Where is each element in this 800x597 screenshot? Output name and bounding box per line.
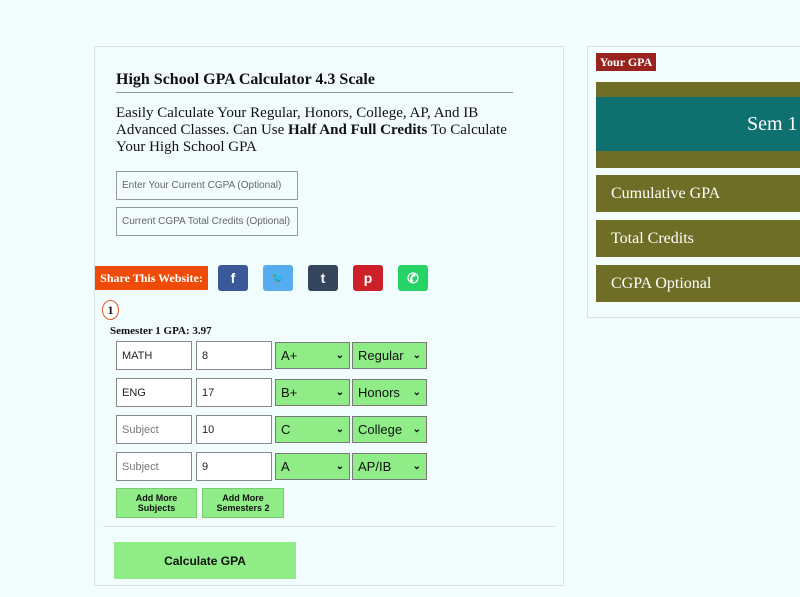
chevron-down-icon: ⌄ (412, 424, 421, 435)
type-value: AP/IB (358, 459, 392, 474)
cumulative-gpa-label: Cumulative GPA (596, 175, 800, 212)
add-subjects-button[interactable]: Add More Subjects (116, 488, 197, 518)
your-gpa-badge: Your GPA (596, 53, 656, 71)
type-value: College (358, 422, 403, 437)
description-bold: Half And Full Credits (288, 122, 428, 138)
pinterest-glyph: p (363, 270, 373, 286)
semester-badge: 1 (102, 300, 119, 320)
cgpa-credits-input[interactable] (116, 207, 298, 236)
tumblr-icon[interactable]: t (308, 265, 338, 291)
chevron-down-icon: ⌄ (412, 387, 421, 398)
subject-input[interactable] (116, 378, 192, 407)
type-select[interactable]: College ⌄ (352, 416, 427, 443)
credits-input[interactable] (196, 415, 272, 444)
type-value: Honors (358, 385, 400, 400)
whatsapp-icon[interactable]: ✆ (398, 265, 428, 291)
type-select[interactable]: Honors ⌄ (352, 379, 427, 406)
semester-gpa: Semester 1 GPA: 3.97 (110, 325, 212, 337)
chevron-down-icon: ⌄ (335, 461, 344, 472)
tumblr-glyph: t (320, 270, 326, 286)
grade-value: C (281, 422, 291, 437)
semester-result-box: Sem 1 (596, 82, 800, 168)
grade-value: A (281, 459, 290, 474)
type-value: Regular (358, 348, 404, 363)
chevron-down-icon: ⌄ (335, 350, 344, 361)
calculate-gpa-button[interactable]: Calculate GPA (114, 542, 296, 579)
add-subjects-label: Add More Subjects (135, 493, 178, 513)
facebook-glyph: f (230, 270, 236, 286)
type-select[interactable]: AP/IB ⌄ (352, 453, 427, 480)
chevron-down-icon: ⌄ (412, 461, 421, 472)
chevron-down-icon: ⌄ (335, 387, 344, 398)
calculator-title: High School GPA Calculator 4.3 Scale (116, 71, 513, 93)
subject-input[interactable] (116, 341, 192, 370)
calculator-description: Easily Calculate Your Regular, Honors, C… (116, 105, 516, 156)
divider (103, 526, 555, 527)
gpa-results-panel: Your GPA Sem 1 Cumulative GPA Total Cred… (587, 46, 800, 318)
credits-input[interactable] (196, 341, 272, 370)
total-credits-label: Total Credits (596, 220, 800, 257)
add-semester-button[interactable]: Add More Semesters 2 (202, 488, 284, 518)
grade-value: A+ (281, 348, 298, 363)
share-label: Share This Website: (95, 266, 208, 290)
type-select[interactable]: Regular ⌄ (352, 342, 427, 369)
credits-input[interactable] (196, 452, 272, 481)
pinterest-icon[interactable]: p (353, 265, 383, 291)
subject-input[interactable] (116, 452, 192, 481)
chevron-down-icon: ⌄ (335, 424, 344, 435)
semester-result-label: Sem 1 (596, 97, 800, 151)
credits-input[interactable] (196, 378, 272, 407)
grade-select[interactable]: C ⌄ (275, 416, 350, 443)
grade-select[interactable]: A+ ⌄ (275, 342, 350, 369)
grade-value: B+ (281, 385, 298, 400)
twitter-icon[interactable]: 🐦 (263, 265, 293, 291)
facebook-icon[interactable]: f (218, 265, 248, 291)
calculator-card: High School GPA Calculator 4.3 Scale Eas… (94, 46, 564, 586)
cgpa-optional-label: CGPA Optional (596, 265, 800, 302)
grade-select[interactable]: A ⌄ (275, 453, 350, 480)
subject-input[interactable] (116, 415, 192, 444)
whatsapp-glyph: ✆ (407, 269, 419, 286)
current-cgpa-input[interactable] (116, 171, 298, 200)
twitter-glyph: 🐦 (270, 271, 286, 285)
chevron-down-icon: ⌄ (412, 350, 421, 361)
add-semester-label: Add More Semesters 2 (216, 493, 270, 513)
grade-select[interactable]: B+ ⌄ (275, 379, 350, 406)
